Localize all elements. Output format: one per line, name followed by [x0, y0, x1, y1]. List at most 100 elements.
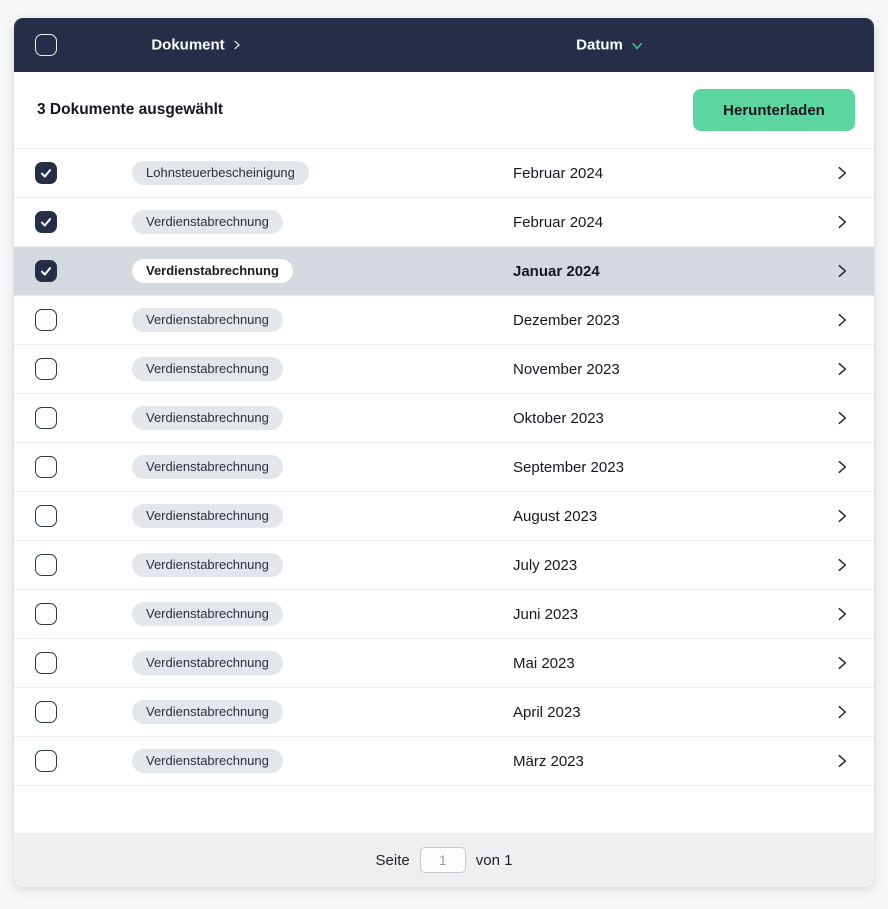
- table-row[interactable]: Verdienstabrechnung November 2023: [14, 345, 874, 394]
- row-checkbox[interactable]: [35, 652, 57, 674]
- document-date: July 2023: [513, 557, 577, 574]
- download-button[interactable]: Herunterladen: [693, 89, 855, 131]
- document-type-badge: Verdienstabrechnung: [132, 602, 283, 626]
- row-type-cell: Verdienstabrechnung: [132, 357, 513, 381]
- row-type-cell: Verdienstabrechnung: [132, 308, 513, 332]
- row-checkbox-cell: [14, 505, 132, 527]
- page-number-input[interactable]: [420, 847, 466, 873]
- row-chevron-cell: [810, 263, 874, 279]
- document-date: Februar 2024: [513, 214, 603, 231]
- row-date-cell: Mai 2023: [513, 655, 810, 672]
- chevron-right-icon[interactable]: [834, 312, 850, 328]
- row-checkbox-cell: [14, 407, 132, 429]
- row-chevron-cell: [810, 753, 874, 769]
- row-chevron-cell: [810, 165, 874, 181]
- row-checkbox[interactable]: [35, 505, 57, 527]
- chevron-right-icon[interactable]: [834, 263, 850, 279]
- table-row[interactable]: Verdienstabrechnung Dezember 2023: [14, 296, 874, 345]
- select-all-checkbox[interactable]: [35, 34, 57, 56]
- row-type-cell: Verdienstabrechnung: [132, 749, 513, 773]
- row-checkbox[interactable]: [35, 701, 57, 723]
- table-row[interactable]: Verdienstabrechnung April 2023: [14, 688, 874, 737]
- row-date-cell: September 2023: [513, 459, 810, 476]
- row-chevron-cell: [810, 704, 874, 720]
- chevron-right-icon[interactable]: [834, 410, 850, 426]
- row-type-cell: Lohnsteuerbescheinigung: [132, 161, 513, 185]
- table-row[interactable]: Verdienstabrechnung Mai 2023: [14, 639, 874, 688]
- row-type-cell: Verdienstabrechnung: [132, 553, 513, 577]
- column-header-dokument[interactable]: Dokument: [151, 37, 242, 54]
- row-chevron-cell: [810, 312, 874, 328]
- chevron-right-icon[interactable]: [834, 165, 850, 181]
- row-checkbox[interactable]: [35, 358, 57, 380]
- chevron-right-icon[interactable]: [834, 655, 850, 671]
- document-date: Dezember 2023: [513, 312, 620, 329]
- row-checkbox[interactable]: [35, 309, 57, 331]
- row-checkbox[interactable]: [35, 162, 57, 184]
- row-type-cell: Verdienstabrechnung: [132, 455, 513, 479]
- row-chevron-cell: [810, 606, 874, 622]
- row-checkbox[interactable]: [35, 554, 57, 576]
- pagination-label-before: Seite: [376, 852, 410, 869]
- table-row[interactable]: Verdienstabrechnung Oktober 2023: [14, 394, 874, 443]
- document-date: März 2023: [513, 753, 584, 770]
- row-checkbox-cell: [14, 652, 132, 674]
- document-type-badge: Verdienstabrechnung: [132, 504, 283, 528]
- column-header-datum[interactable]: Datum: [576, 37, 644, 54]
- row-type-cell: Verdienstabrechnung: [132, 504, 513, 528]
- chevron-right-icon[interactable]: [834, 459, 850, 475]
- row-chevron-cell: [810, 459, 874, 475]
- row-checkbox[interactable]: [35, 260, 57, 282]
- document-type-badge: Verdienstabrechnung: [132, 357, 283, 381]
- document-type-badge: Verdienstabrechnung: [132, 210, 283, 234]
- row-chevron-cell: [810, 361, 874, 377]
- row-checkbox[interactable]: [35, 603, 57, 625]
- document-type-badge: Lohnsteuerbescheinigung: [132, 161, 309, 185]
- row-checkbox[interactable]: [35, 750, 57, 772]
- document-date: Oktober 2023: [513, 410, 604, 427]
- chevron-right-icon: [232, 40, 243, 51]
- table-row[interactable]: Verdienstabrechnung Januar 2024: [14, 247, 874, 296]
- row-checkbox-cell: [14, 554, 132, 576]
- chevron-right-icon[interactable]: [834, 214, 850, 230]
- row-checkbox[interactable]: [35, 456, 57, 478]
- row-chevron-cell: [810, 508, 874, 524]
- table-row[interactable]: Verdienstabrechnung Februar 2024: [14, 198, 874, 247]
- document-table-body: Lohnsteuerbescheinigung Februar 2024 Ver…: [14, 149, 874, 786]
- row-date-cell: Februar 2024: [513, 165, 810, 182]
- row-checkbox[interactable]: [35, 211, 57, 233]
- chevron-right-icon[interactable]: [834, 606, 850, 622]
- chevron-right-icon[interactable]: [834, 704, 850, 720]
- chevron-right-icon[interactable]: [834, 557, 850, 573]
- column-header-dokument-label: Dokument: [151, 37, 224, 54]
- document-type-badge: Verdienstabrechnung: [132, 455, 283, 479]
- table-row[interactable]: Verdienstabrechnung September 2023: [14, 443, 874, 492]
- table-row[interactable]: Verdienstabrechnung März 2023: [14, 737, 874, 786]
- row-checkbox-cell: [14, 701, 132, 723]
- document-type-badge: Verdienstabrechnung: [132, 553, 283, 577]
- row-checkbox-cell: [14, 603, 132, 625]
- row-type-cell: Verdienstabrechnung: [132, 651, 513, 675]
- row-checkbox-cell: [14, 456, 132, 478]
- table-row[interactable]: Verdienstabrechnung July 2023: [14, 541, 874, 590]
- chevron-right-icon[interactable]: [834, 508, 850, 524]
- row-type-cell: Verdienstabrechnung: [132, 700, 513, 724]
- row-date-cell: Januar 2024: [513, 263, 810, 280]
- documents-panel: Dokument Datum 3 Dokumente ausgewählt He…: [14, 18, 874, 887]
- document-date: November 2023: [513, 361, 620, 378]
- chevron-down-icon: [630, 38, 644, 52]
- row-checkbox[interactable]: [35, 407, 57, 429]
- table-row[interactable]: Lohnsteuerbescheinigung Februar 2024: [14, 149, 874, 198]
- table-row[interactable]: Verdienstabrechnung August 2023: [14, 492, 874, 541]
- chevron-right-icon[interactable]: [834, 361, 850, 377]
- pagination-label-after: von 1: [476, 852, 513, 869]
- chevron-right-icon[interactable]: [834, 753, 850, 769]
- table-row[interactable]: Verdienstabrechnung Juni 2023: [14, 590, 874, 639]
- selection-bar: 3 Dokumente ausgewählt Herunterladen: [14, 72, 874, 149]
- row-checkbox-cell: [14, 358, 132, 380]
- row-date-cell: Oktober 2023: [513, 410, 810, 427]
- document-type-badge: Verdienstabrechnung: [132, 406, 283, 430]
- row-checkbox-cell: [14, 260, 132, 282]
- check-icon: [39, 215, 53, 229]
- row-date-cell: März 2023: [513, 753, 810, 770]
